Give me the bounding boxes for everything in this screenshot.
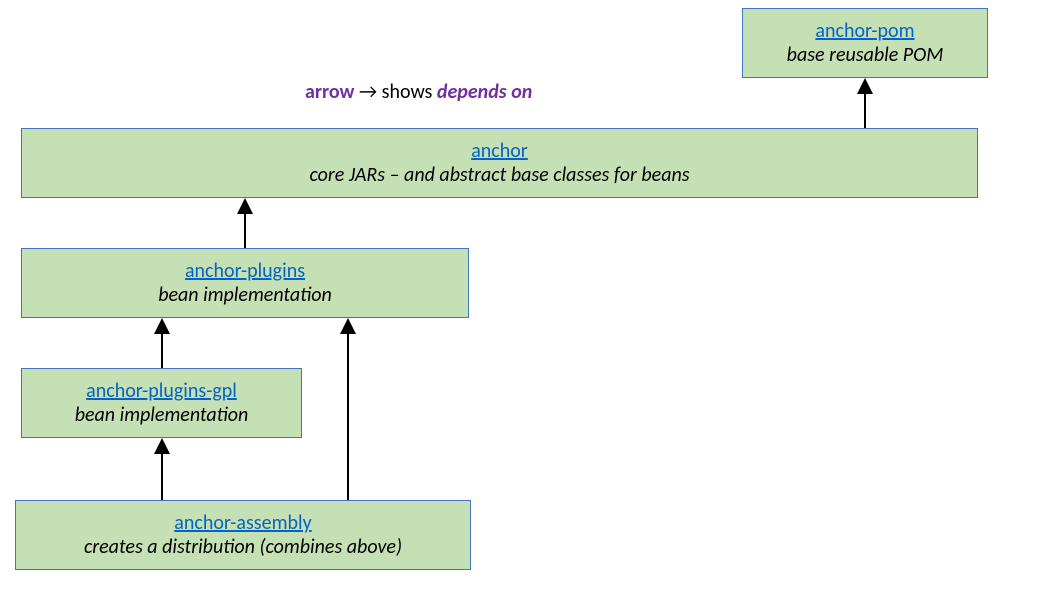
anchor-link[interactable]: anchor <box>471 139 528 163</box>
arrow-plugins-to-anchor <box>235 198 255 248</box>
box-anchor-assembly: anchor-assembly creates a distribution (… <box>15 500 471 570</box>
box-anchor-pom: anchor-pom base reusable POM <box>742 8 988 78</box>
legend-text: arrow → shows depends on <box>305 80 532 104</box>
anchor-assembly-link[interactable]: anchor-assembly <box>174 511 311 535</box>
anchor-plugins-gpl-subtitle: bean implementation <box>75 403 249 427</box>
anchor-plugins-link[interactable]: anchor-plugins <box>185 259 305 283</box>
arrow-assembly-to-plugins <box>338 318 358 500</box>
anchor-plugins-gpl-link[interactable]: anchor-plugins-gpl <box>86 379 237 403</box>
anchor-assembly-subtitle: creates a distribution (combines above) <box>84 535 402 559</box>
arrow-assembly-to-gpl <box>152 438 172 500</box>
legend-arrow-word: arrow <box>305 80 354 104</box>
arrow-anchor-to-pom <box>855 78 875 128</box>
legend-shows: shows <box>382 80 433 104</box>
box-anchor-plugins-gpl: anchor-plugins-gpl bean implementation <box>21 368 302 438</box>
anchor-pom-link[interactable]: anchor-pom <box>815 19 914 43</box>
box-anchor: anchor core JARs – and abstract base cla… <box>21 128 978 198</box>
anchor-pom-subtitle: base reusable POM <box>787 43 944 67</box>
arrow-gpl-to-plugins <box>152 318 172 368</box>
anchor-subtitle: core JARs – and abstract base classes fo… <box>309 163 689 187</box>
box-anchor-plugins: anchor-plugins bean implementation <box>21 248 469 318</box>
anchor-plugins-subtitle: bean implementation <box>158 283 332 307</box>
arrow-right-icon: → <box>359 80 377 104</box>
legend-depends: depends on <box>437 80 532 104</box>
